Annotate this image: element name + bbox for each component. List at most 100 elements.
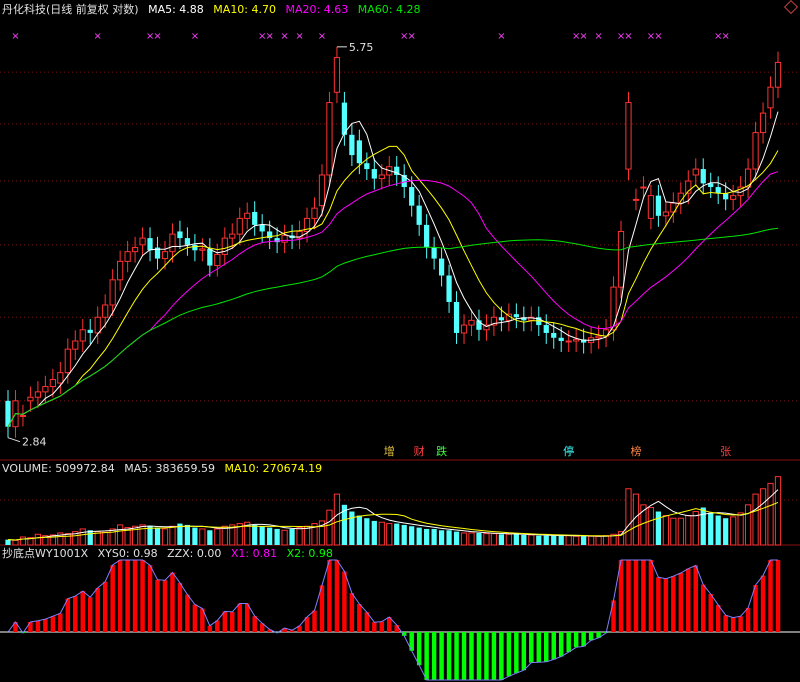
- candle-body: [117, 260, 124, 281]
- candle-body: [19, 414, 27, 417]
- volume-bar: [12, 539, 19, 546]
- signal-marker-icon: ×: [265, 31, 273, 42]
- volume-ma5: MA5: 383659.59: [124, 462, 215, 475]
- volume-ma10: MA10: 270674.19: [224, 462, 323, 475]
- ma20-line: [7, 171, 779, 427]
- candle-body: [543, 325, 549, 333]
- candle-body: [94, 316, 101, 334]
- indicator-xys0: XYS0: 0.98: [97, 547, 158, 560]
- candle-body: [662, 211, 669, 217]
- indicator-header: 抄底点WY1001X XYS0: 0.98 ZZX: 0.00 X1: 0.81…: [2, 547, 339, 560]
- candle-body: [610, 286, 617, 331]
- volume-bar: [333, 493, 341, 546]
- volume-bar: [207, 530, 213, 545]
- candle-body: [460, 324, 468, 334]
- candle-body: [109, 279, 116, 306]
- volume-bar: [460, 532, 468, 546]
- indicator-x1: X1: 0.81: [230, 547, 278, 560]
- volume-bar: [378, 521, 385, 546]
- volume-bar: [468, 532, 475, 546]
- volume-bar: [102, 531, 109, 546]
- volume-bar: [199, 528, 206, 546]
- price-header: 丹化科技(日线 前复权 对数) MA5: 4.88 MA10: 4.70 MA2…: [2, 3, 426, 16]
- volume-bar: [252, 524, 258, 545]
- volume-bar: [737, 512, 744, 546]
- signal-marker-icon: ×: [280, 31, 288, 42]
- volume-bar: [490, 533, 498, 546]
- candle-body: [565, 340, 572, 343]
- candle-body: [498, 317, 505, 321]
- volume-bar: [536, 535, 542, 545]
- candle-body: [169, 233, 176, 253]
- candle-body: [333, 57, 341, 93]
- candle-body: [72, 340, 79, 350]
- candle-body: [752, 132, 759, 170]
- volume-bar: [438, 530, 445, 545]
- ma60-line: [7, 227, 779, 427]
- volume-bar: [424, 528, 430, 545]
- volume-bar: [723, 518, 729, 545]
- signal-marker-icon: ×: [624, 31, 632, 42]
- volume-bar: [767, 482, 774, 546]
- ma10-line: [7, 145, 779, 427]
- volume-bar: [87, 530, 93, 545]
- volume-bar: [401, 524, 407, 545]
- volume-bar: [5, 539, 11, 545]
- volume-bar: [349, 511, 355, 545]
- volume-bar: [565, 535, 572, 546]
- candle-body: [57, 372, 64, 384]
- volume-bar: [289, 528, 295, 545]
- event-marker: 榜: [630, 444, 641, 458]
- volume-bar: [662, 515, 669, 546]
- signal-marker-icon: ×: [721, 31, 729, 42]
- signal-marker-icon: ×: [497, 31, 505, 42]
- indicator-x2: X2: 0.98: [286, 547, 333, 560]
- candle-body: [453, 301, 460, 333]
- volume-bar: [752, 493, 759, 546]
- candle-body: [326, 102, 333, 176]
- volume-bar: [528, 534, 535, 546]
- candle-body: [647, 195, 655, 219]
- volume-bar: [647, 507, 655, 546]
- candle-body: [102, 304, 109, 318]
- volume-bar: [364, 518, 370, 545]
- volume-bar: [602, 535, 610, 546]
- volume-bar: [147, 526, 153, 545]
- candle-body: [79, 329, 86, 342]
- candle-body: [184, 238, 191, 245]
- volume-bar: [371, 520, 377, 545]
- volume-bar: [267, 527, 273, 545]
- signal-marker-icon: ×: [318, 31, 326, 42]
- volume-bar: [446, 530, 452, 545]
- indicator-line: [7, 559, 778, 681]
- candle-body: [252, 211, 258, 225]
- candle-body: [64, 348, 71, 374]
- max-price-label: 5.75: [349, 41, 374, 54]
- event-marker: 财: [414, 444, 425, 458]
- candle-body: [207, 248, 213, 266]
- candle-body: [42, 386, 49, 393]
- candle-body: [27, 396, 34, 402]
- ma60-label: MA60: 4.28: [357, 3, 421, 16]
- volume-bar: [117, 524, 124, 546]
- candle-body: [759, 112, 767, 134]
- candle-body: [364, 163, 370, 170]
- volume-bar: [498, 534, 505, 545]
- volume-bar: [543, 535, 549, 545]
- candle-body: [49, 379, 56, 388]
- ma5-label: MA5: 4.88: [148, 3, 204, 16]
- signal-marker-icon: ×: [11, 31, 19, 42]
- candle-body: [640, 186, 647, 189]
- volume-bar: [356, 515, 362, 545]
- candle-body: [147, 238, 153, 251]
- candle-body: [349, 134, 355, 156]
- candle-body: [34, 391, 42, 398]
- candle-body: [730, 195, 737, 200]
- volume-bar: [139, 524, 146, 546]
- candle-body: [409, 187, 415, 206]
- candle-body: [229, 233, 236, 239]
- candle-body: [311, 207, 318, 219]
- signal-marker-icon: ×: [579, 31, 587, 42]
- candle-body: [692, 168, 699, 176]
- candle-body: [87, 329, 93, 333]
